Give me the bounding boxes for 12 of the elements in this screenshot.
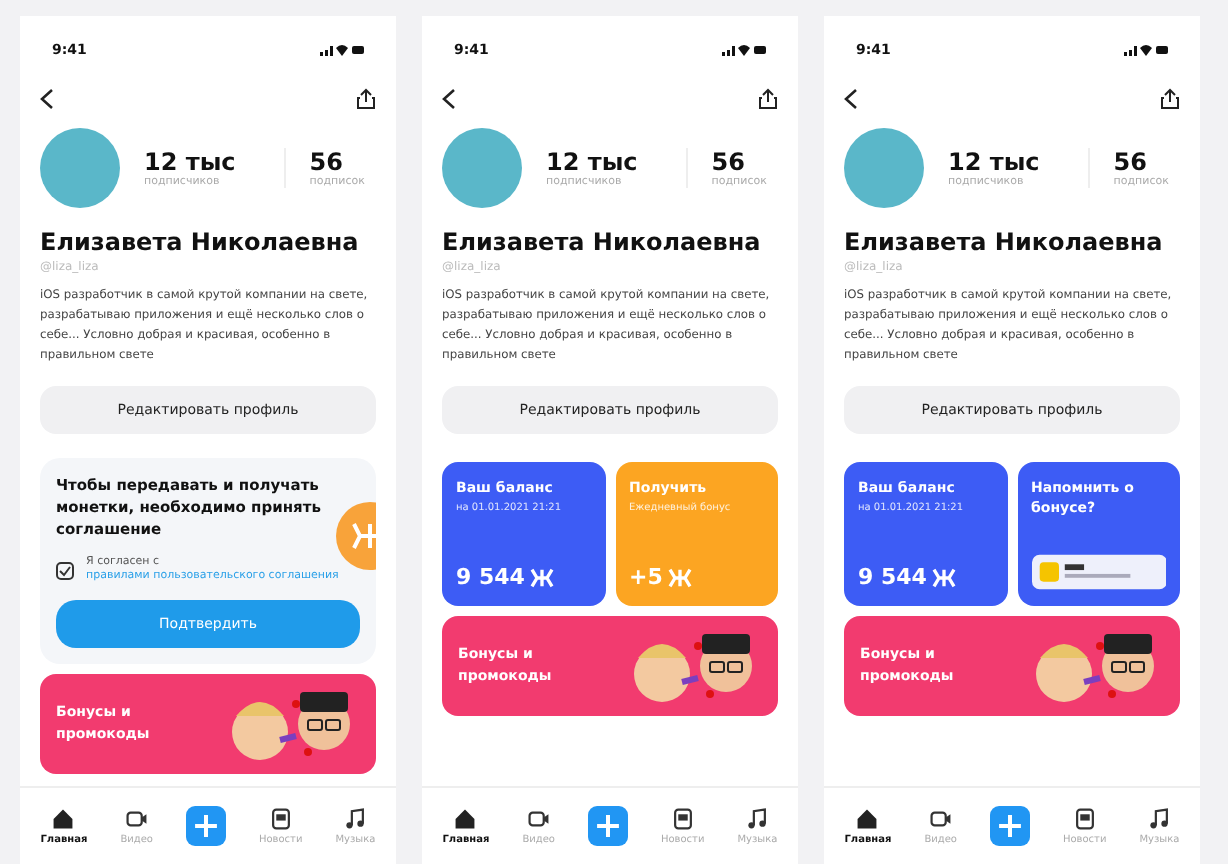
balance-amount: 9 544 <box>858 564 927 590</box>
stat-value: 56 <box>711 148 747 176</box>
stat-value: 12 тыс <box>948 148 1040 176</box>
stat-value: 56 <box>1113 148 1149 176</box>
bonus-amount: +5 <box>629 564 663 590</box>
stat-value: 12 тыс <box>546 148 638 176</box>
stat-value: 12 тыс <box>144 148 236 176</box>
profile-name: Елизавета Николаевна <box>40 228 361 256</box>
stat-value: 56 <box>309 148 345 176</box>
profile-name: Елизавета Николаевна <box>442 228 763 256</box>
balance-amount: 9 544 <box>456 564 525 590</box>
profile-name: Елизавета Николаевна <box>844 228 1165 256</box>
